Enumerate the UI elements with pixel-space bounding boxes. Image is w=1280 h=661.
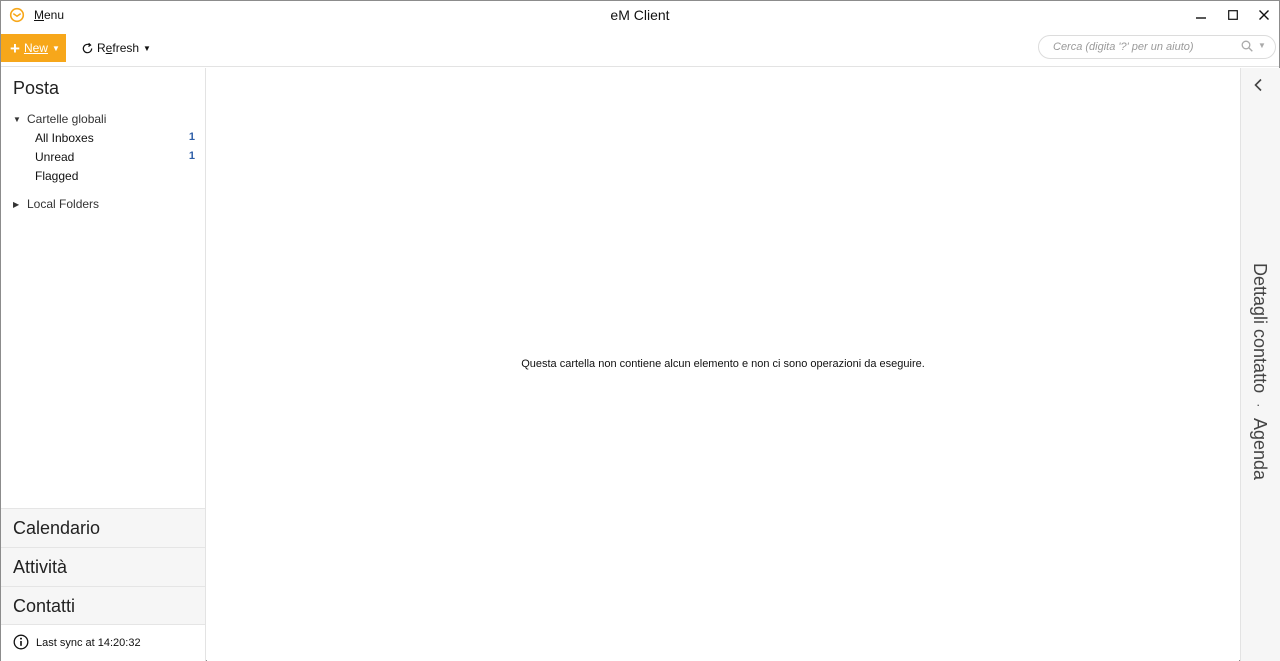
chevron-left-icon[interactable]	[1253, 78, 1263, 97]
menu-button[interactable]: Menu	[34, 8, 64, 22]
sync-status-bar: Last sync at 14:20:32	[1, 624, 205, 661]
chevron-down-icon[interactable]: ▼	[52, 44, 60, 53]
sidebar-title: Posta	[13, 78, 60, 98]
refresh-icon	[82, 42, 93, 53]
collapsed-arrow-icon[interactable]: ▶	[13, 200, 22, 209]
tree-node-local-folders[interactable]: ▶ Local Folders	[13, 197, 99, 211]
chevron-down-icon[interactable]: ▼	[143, 44, 151, 53]
tab-agenda[interactable]: Agenda	[1249, 418, 1270, 480]
minimize-button[interactable]	[1185, 1, 1217, 29]
empty-folder-message: Questa cartella non contiene alcun eleme…	[521, 358, 925, 370]
folder-flagged[interactable]: Flagged	[35, 169, 195, 183]
search-icon[interactable]	[1241, 39, 1253, 57]
maximize-icon	[1228, 10, 1238, 20]
unread-count-badge: 1	[188, 131, 195, 143]
tab-contact-details[interactable]: Dettagli contatto	[1249, 263, 1270, 393]
app-window: Menu eM Client + New ▼ Refresh ▼ Cerca (…	[0, 0, 1280, 661]
new-button[interactable]: + New ▼	[1, 34, 66, 62]
maximize-button[interactable]	[1217, 1, 1249, 29]
plus-icon: +	[10, 38, 20, 58]
envelope-logo-icon[interactable]	[9, 7, 25, 23]
message-list-area: Questa cartella non contiene alcun eleme…	[207, 68, 1239, 661]
close-icon	[1259, 10, 1269, 20]
sync-status-text: Last sync at 14:20:32	[36, 637, 141, 649]
search-options-chevron-icon[interactable]: ▼	[1258, 41, 1266, 50]
refresh-button[interactable]: Refresh ▼	[77, 34, 155, 62]
unread-count-badge: 1	[188, 150, 195, 162]
info-icon[interactable]	[13, 634, 29, 653]
nav-section-calendar[interactable]: Calendario	[1, 508, 205, 547]
right-side-panel: Dettagli contatto · Agenda	[1240, 68, 1280, 661]
title-bar: Menu eM Client	[1, 1, 1279, 31]
expanded-arrow-icon[interactable]: ▼	[13, 115, 22, 124]
sidebar: Posta ▼ Cartelle globali All Inboxes 1 U…	[1, 68, 206, 661]
nav-section-contacts[interactable]: Contatti	[1, 586, 205, 625]
folder-all-inboxes[interactable]: All Inboxes 1	[35, 131, 195, 145]
nav-section-tasks[interactable]: Attività	[1, 547, 205, 586]
folder-unread[interactable]: Unread 1	[35, 150, 195, 164]
side-panel-tabs: Dettagli contatto · Agenda	[1249, 263, 1270, 480]
tree-node-global-folders[interactable]: ▼ Cartelle globali	[13, 112, 106, 126]
close-button[interactable]	[1248, 1, 1280, 29]
search-input[interactable]	[1053, 39, 1233, 55]
toolbar: + New ▼ Refresh ▼ ▼	[1, 31, 1279, 67]
minimize-icon	[1196, 17, 1206, 19]
tab-separator: ·	[1251, 403, 1268, 408]
window-title: eM Client	[610, 7, 670, 23]
